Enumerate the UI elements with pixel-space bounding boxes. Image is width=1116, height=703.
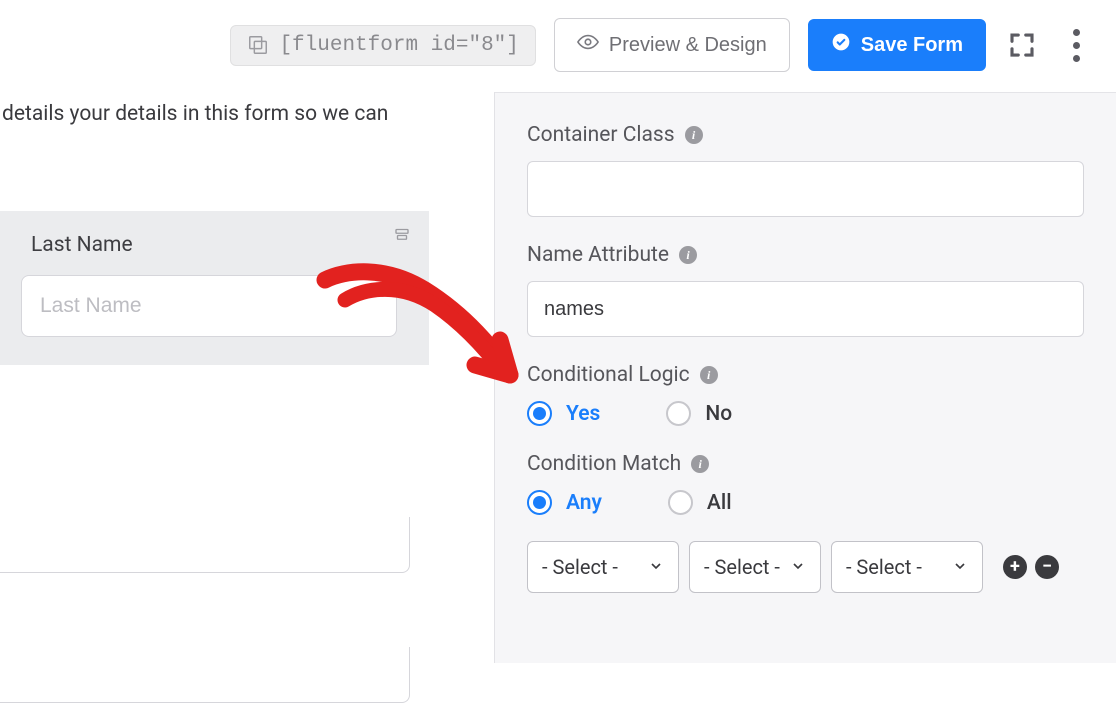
conditional-logic-yes-radio[interactable]: Yes	[527, 401, 600, 426]
condition-match-label: Condition Match	[527, 452, 681, 476]
condition-rule-row: - Select - - Select - - Select - + −	[527, 541, 1084, 593]
info-icon[interactable]: i	[679, 246, 697, 264]
conditional-logic-no-radio[interactable]: No	[666, 401, 732, 426]
condition-match-all-radio[interactable]: All	[668, 490, 732, 515]
shortcode-text: [fluentform id="8"]	[279, 34, 518, 57]
stack-icon	[247, 34, 269, 56]
container-class-input[interactable]	[527, 161, 1084, 217]
condition-value-select[interactable]: - Select -	[831, 541, 983, 593]
condition-operator-select[interactable]: - Select -	[689, 541, 821, 593]
radio-any-label: Any	[566, 491, 602, 515]
select-placeholder: - Select -	[704, 555, 780, 579]
form-field-stub[interactable]	[0, 517, 410, 573]
name-attribute-input[interactable]	[527, 281, 1084, 337]
select-placeholder: - Select -	[846, 555, 922, 579]
form-editor-pane: details your details in this form so we …	[0, 92, 495, 663]
conditional-logic-label: Conditional Logic	[527, 363, 690, 387]
save-form-button[interactable]: Save Form	[808, 19, 986, 71]
radio-all-label: All	[707, 491, 732, 515]
top-toolbar: [fluentform id="8"] Preview & Design Sav…	[0, 18, 1116, 72]
name-attribute-label: Name Attribute	[527, 243, 669, 267]
radio-no-label: No	[705, 402, 732, 426]
preview-design-button[interactable]: Preview & Design	[554, 18, 790, 72]
condition-match-any-radio[interactable]: Any	[527, 490, 602, 515]
info-icon[interactable]: i	[685, 126, 703, 144]
shortcode-pill[interactable]: [fluentform id="8"]	[230, 25, 535, 66]
name-attribute-group: Name Attribute i	[527, 243, 1084, 337]
select-placeholder: - Select -	[542, 555, 618, 579]
field-title: Last Name	[31, 233, 407, 257]
field-settings-panel: Container Class i Name Attribute i Condi…	[495, 92, 1116, 663]
save-form-label: Save Form	[861, 34, 963, 57]
check-circle-icon	[831, 32, 851, 58]
chevron-down-icon	[952, 555, 968, 579]
last-name-field-card[interactable]: Last Name	[0, 211, 429, 365]
chevron-down-icon	[648, 555, 664, 579]
eye-icon	[577, 31, 599, 59]
conditional-logic-group: Conditional Logic i Yes No	[527, 363, 1084, 426]
form-field-stub[interactable]	[0, 647, 410, 703]
kebab-menu-icon[interactable]	[1058, 27, 1094, 63]
remove-rule-button[interactable]: −	[1035, 555, 1059, 579]
align-field-icon[interactable]	[393, 225, 411, 247]
preview-design-label: Preview & Design	[609, 34, 767, 57]
last-name-input[interactable]	[21, 275, 397, 337]
chevron-down-icon	[790, 555, 806, 579]
container-class-label: Container Class	[527, 123, 675, 147]
condition-match-group: Condition Match i Any All	[527, 452, 1084, 515]
fullscreen-icon[interactable]	[1004, 27, 1040, 63]
radio-yes-label: Yes	[566, 402, 600, 426]
info-icon[interactable]: i	[691, 455, 709, 473]
form-intro-text: details your details in this form so we …	[0, 92, 494, 133]
add-rule-button[interactable]: +	[1003, 555, 1027, 579]
container-class-group: Container Class i	[527, 123, 1084, 217]
info-icon[interactable]: i	[700, 366, 718, 384]
condition-field-select[interactable]: - Select -	[527, 541, 679, 593]
